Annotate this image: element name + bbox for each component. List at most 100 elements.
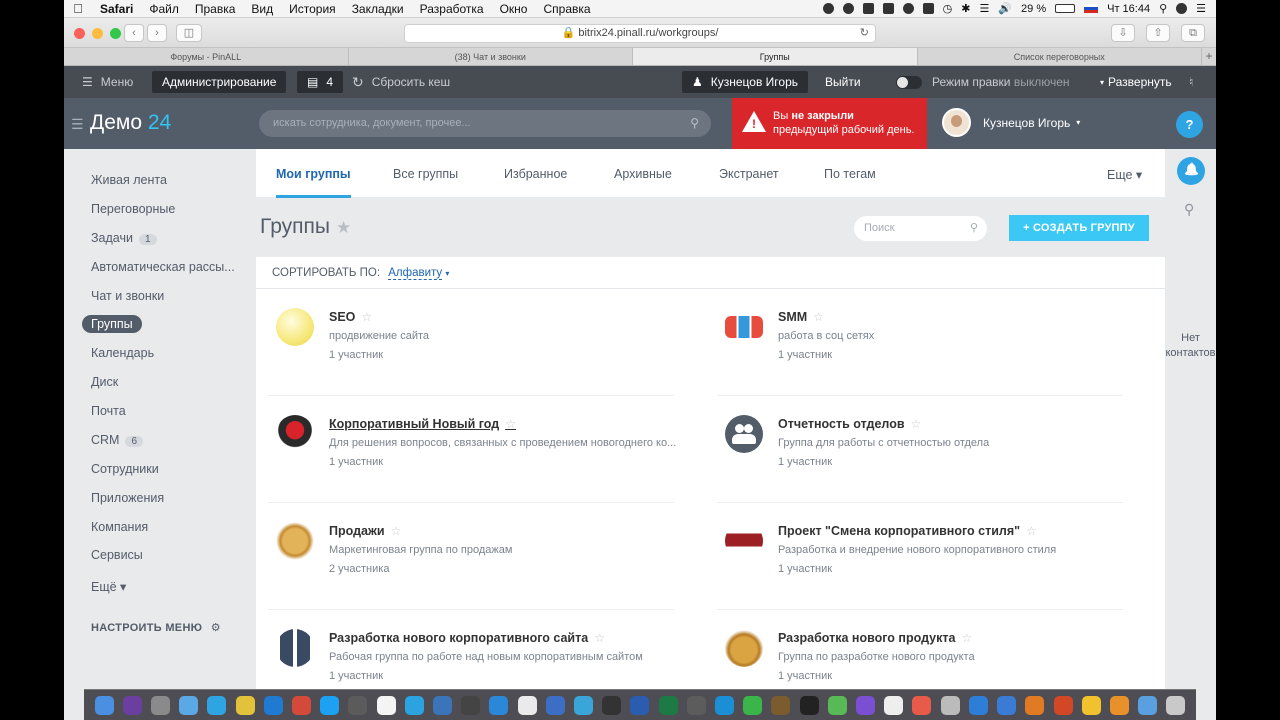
battery-icon[interactable] bbox=[1055, 4, 1076, 13]
sidebar-item-mail[interactable]: Почта bbox=[91, 404, 126, 418]
group-card[interactable]: Проект "Смена корпоративного стиля" ☆ Раз… bbox=[705, 503, 1135, 610]
app-icon[interactable] bbox=[912, 695, 932, 715]
group-name[interactable]: Проект "Смена корпоративного стиля" ☆ bbox=[778, 524, 1037, 538]
app-icon[interactable] bbox=[489, 695, 509, 715]
search-icon[interactable]: ⚲ bbox=[690, 110, 699, 137]
menu-develop[interactable]: Разработка bbox=[412, 2, 492, 16]
status-icon-3[interactable] bbox=[862, 3, 874, 14]
chevron-down-icon[interactable]: ▾ bbox=[445, 269, 449, 278]
reset-cache-button[interactable]: ↻ Сбросить кеш bbox=[352, 66, 450, 98]
group-card[interactable]: Отчетность отделов ☆ Группа для работы с … bbox=[705, 396, 1135, 503]
group-avatar-newyear[interactable] bbox=[276, 415, 314, 453]
search-icon[interactable]: ⚲ bbox=[1184, 201, 1194, 218]
sidebar-item-mailing[interactable]: Автоматическая рассы... bbox=[91, 260, 235, 274]
status-icon-1[interactable] bbox=[822, 3, 834, 14]
battery-text[interactable]: 29 % bbox=[1021, 3, 1046, 15]
group-avatar-seo[interactable] bbox=[276, 308, 314, 346]
global-search-input[interactable]: искать сотрудника, документ, прочее... ⚲ bbox=[259, 110, 711, 137]
star-icon[interactable]: ☆ bbox=[505, 417, 516, 431]
address-bar[interactable]: 🔒 bitrix24.pinall.ru/workgroups/ ↻ bbox=[404, 24, 876, 43]
group-members[interactable]: 1 участник bbox=[778, 456, 832, 468]
apple-icon[interactable]:  bbox=[64, 1, 92, 16]
close-window-button[interactable] bbox=[74, 28, 85, 39]
flag-icon[interactable] bbox=[1084, 4, 1099, 13]
sidebar-item-disk[interactable]: Диск bbox=[91, 375, 118, 389]
app-icon[interactable] bbox=[602, 695, 622, 715]
tabs-overview-button[interactable]: ⧉ bbox=[1181, 24, 1205, 42]
star-icon[interactable]: ★ bbox=[336, 218, 351, 237]
group-members[interactable]: 1 участник bbox=[329, 670, 383, 682]
group-card[interactable]: SMM ☆ работа в соц сетях 1 участник bbox=[705, 289, 1135, 396]
app-icon[interactable] bbox=[545, 695, 565, 715]
app-icon[interactable] bbox=[715, 695, 735, 715]
sidebar-item-chat[interactable]: Чат и звонки bbox=[91, 289, 164, 303]
create-group-button[interactable]: + СОЗДАТЬ ГРУППУ bbox=[1009, 215, 1149, 241]
status-icon-5[interactable] bbox=[902, 3, 914, 14]
pin-icon[interactable]: ♮ bbox=[1189, 66, 1193, 98]
portal-logo[interactable]: Демо 24 bbox=[90, 111, 171, 135]
calendar-icon[interactable] bbox=[517, 695, 537, 715]
telegram-icon[interactable] bbox=[842, 3, 854, 14]
star-icon[interactable]: ☆ bbox=[1026, 524, 1037, 538]
group-members[interactable]: 1 участник bbox=[778, 349, 832, 361]
sort-dropdown[interactable]: Алфавиту bbox=[388, 267, 443, 280]
sidebar-item-calendar[interactable]: Календарь bbox=[91, 346, 154, 360]
search-icon[interactable]: ⚲ bbox=[970, 216, 978, 241]
word-icon[interactable] bbox=[630, 695, 650, 715]
admin-notifications-button[interactable]: ▤ 4 bbox=[297, 66, 344, 98]
admin-user-button[interactable]: ♟ Кузнецов Игорь bbox=[682, 66, 809, 98]
menu-history[interactable]: История bbox=[281, 2, 344, 16]
reload-icon[interactable]: ↻ bbox=[860, 25, 869, 42]
group-name[interactable]: Корпоративный Новый год ☆ bbox=[329, 417, 516, 431]
app-icon[interactable] bbox=[827, 695, 847, 715]
downloads-button[interactable]: ⇩ bbox=[1111, 24, 1135, 42]
menu-app[interactable]: Safari bbox=[92, 2, 141, 16]
status-icon-4[interactable] bbox=[882, 3, 894, 14]
zoom-window-button[interactable] bbox=[110, 28, 121, 39]
tab-my-groups[interactable]: Мои группы bbox=[276, 167, 351, 198]
tab-extranet[interactable]: Экстранет bbox=[719, 167, 779, 181]
group-avatar-site[interactable] bbox=[276, 629, 314, 667]
group-name[interactable]: Отчетность отделов ☆ bbox=[778, 417, 921, 431]
menu-help[interactable]: Справка bbox=[535, 2, 598, 16]
app-icon[interactable] bbox=[292, 695, 312, 715]
sidebar-item-crm[interactable]: CRM 6 bbox=[91, 433, 144, 447]
back-button[interactable]: ‹ bbox=[124, 24, 144, 42]
app-icon[interactable] bbox=[884, 695, 904, 715]
siri-icon[interactable] bbox=[122, 695, 142, 715]
skype-icon[interactable] bbox=[320, 695, 340, 715]
group-card[interactable]: Корпоративный Новый год ☆ Для решения воп… bbox=[256, 396, 686, 503]
bluetooth-icon[interactable]: ✱ bbox=[961, 2, 970, 15]
app-icon[interactable] bbox=[686, 695, 706, 715]
tab-archived[interactable]: Архивные bbox=[614, 167, 672, 181]
app-icon[interactable] bbox=[743, 695, 763, 715]
group-name[interactable]: Разработка нового корпоративного сайта ☆ bbox=[329, 631, 605, 645]
safari-icon[interactable] bbox=[263, 695, 283, 715]
time-machine-icon[interactable]: ◷ bbox=[943, 2, 953, 15]
chrome-icon[interactable] bbox=[235, 695, 255, 715]
wifi-icon[interactable]: ☰ bbox=[979, 2, 989, 15]
app-icon[interactable] bbox=[574, 695, 594, 715]
tab-favorites[interactable]: Избранное bbox=[504, 167, 567, 181]
group-card[interactable]: SEO ☆ продвижение сайта 1 участник bbox=[256, 289, 686, 396]
group-card[interactable]: Продажи ☆ Маркетинговая группа по продажа… bbox=[256, 503, 686, 610]
workday-alert[interactable]: ! Вы не закрыли предыдущий рабочий день. bbox=[732, 98, 927, 149]
group-members[interactable]: 1 участник bbox=[778, 670, 832, 682]
app-icon[interactable] bbox=[771, 695, 791, 715]
bell-icon[interactable] bbox=[1177, 157, 1205, 185]
tab-more[interactable]: Еще ▾ bbox=[1107, 167, 1142, 182]
telegram-icon[interactable] bbox=[404, 695, 424, 715]
app-icon[interactable] bbox=[1109, 695, 1129, 715]
menu-file[interactable]: Файл bbox=[141, 2, 187, 16]
finder-icon[interactable] bbox=[94, 695, 114, 715]
group-members[interactable]: 1 участник bbox=[329, 349, 383, 361]
tab-all-groups[interactable]: Все группы bbox=[393, 167, 458, 181]
menu-view[interactable]: Вид bbox=[243, 2, 281, 16]
sidebar-item-feed[interactable]: Живая лента bbox=[91, 173, 167, 187]
app-icon[interactable] bbox=[433, 695, 453, 715]
group-members[interactable]: 2 участника bbox=[329, 563, 389, 575]
share-button[interactable]: ⇧ bbox=[1146, 24, 1170, 42]
launchpad-icon[interactable] bbox=[151, 695, 170, 715]
app-icon[interactable] bbox=[856, 695, 876, 715]
configure-menu-button[interactable]: НАСТРОИТЬ МЕНЮ ⚙ bbox=[91, 621, 221, 634]
